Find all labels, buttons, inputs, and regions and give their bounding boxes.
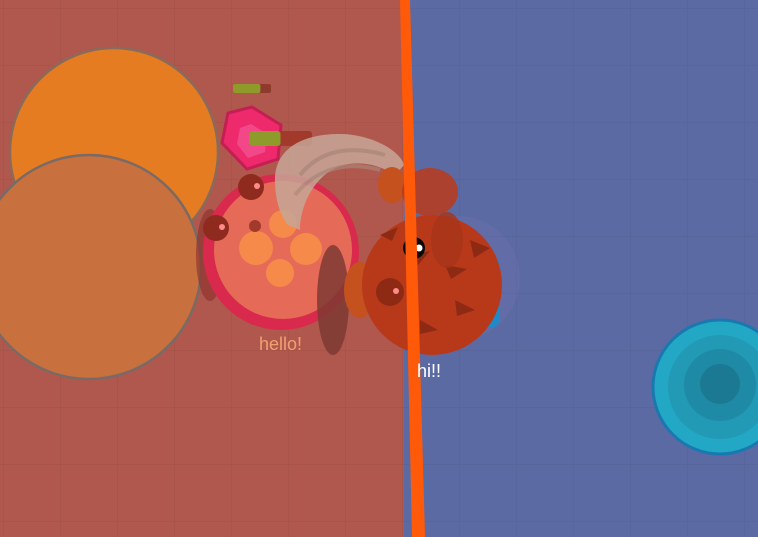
chat-bubble-hi: hi!! — [417, 361, 442, 381]
chat-bubble-hello: hello! — [259, 334, 303, 354]
shadow-smear — [317, 245, 349, 355]
game-canvas[interactable] — [0, 0, 758, 537]
pentagon-health-bar — [233, 84, 271, 93]
